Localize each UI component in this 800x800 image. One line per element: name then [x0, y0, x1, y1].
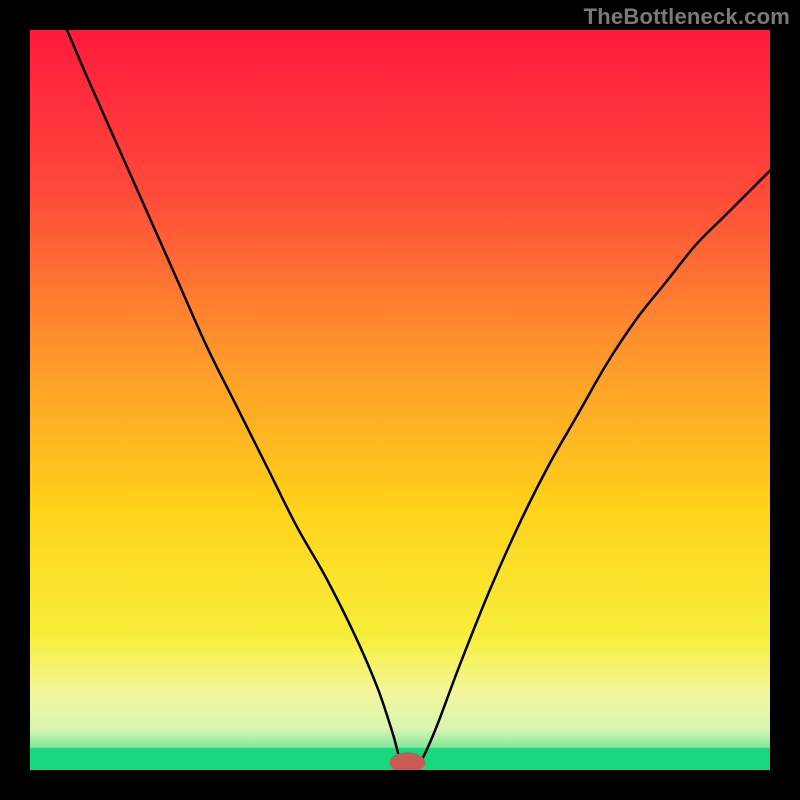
attribution-text: TheBottleneck.com: [584, 4, 790, 30]
chart-stage: TheBottleneck.com: [0, 0, 800, 800]
gradient-background: [30, 30, 770, 770]
bottleneck-chart: [30, 30, 770, 770]
